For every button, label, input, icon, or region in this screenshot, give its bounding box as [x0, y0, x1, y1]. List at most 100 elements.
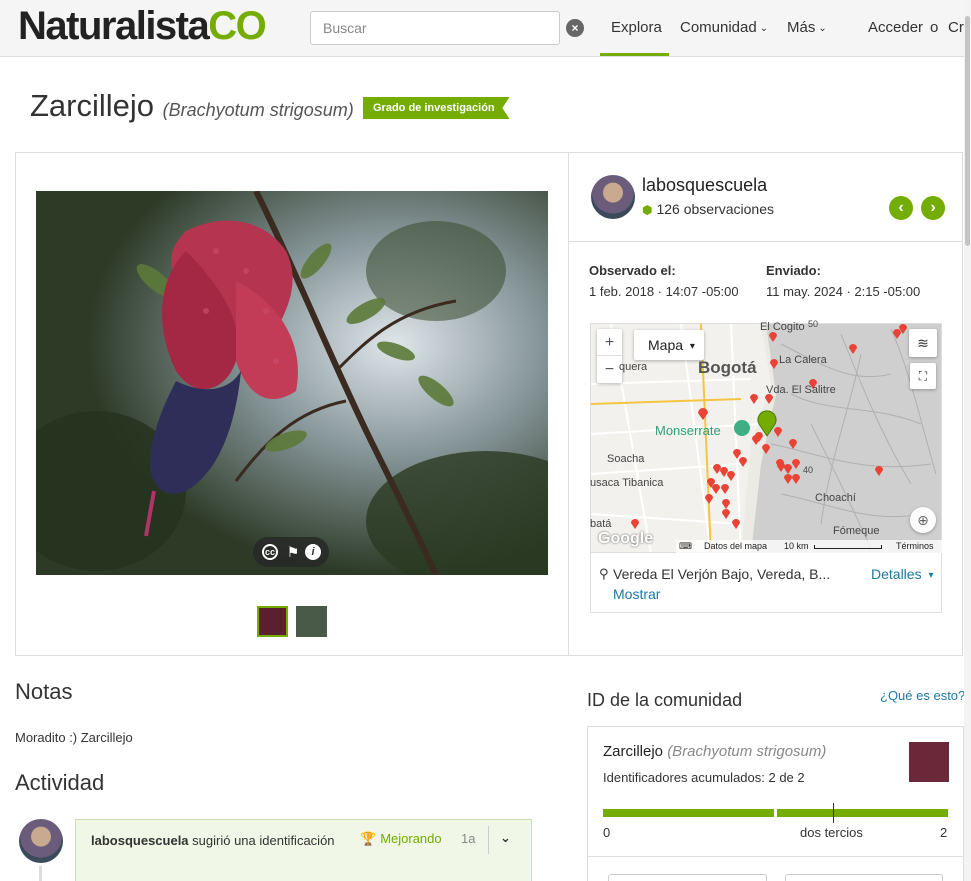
info-divider — [569, 241, 962, 242]
common-name: Zarcillejo — [30, 88, 155, 123]
map-scale-bar — [814, 545, 882, 549]
map-scale-label: 10 km — [784, 541, 809, 551]
photo-controls: cc ⚑ i — [253, 537, 329, 567]
community-id-divider — [588, 856, 963, 857]
map-label-bate: batá — [590, 518, 612, 530]
two-thirds-marker — [833, 803, 834, 823]
observed-label: Observado el: — [589, 263, 676, 278]
nav-comunidad[interactable]: Comunidad ⌄ — [680, 19, 768, 36]
notes-heading: Notas — [15, 679, 73, 704]
search-input[interactable] — [310, 11, 560, 45]
details-label: Detalles — [871, 566, 922, 582]
nav-active-indicator — [600, 53, 669, 56]
user-name[interactable]: labosquescuela — [642, 175, 767, 196]
chevron-down-icon: ⌄ — [759, 23, 769, 34]
map-label-tibanica: usaca Tibanica — [590, 477, 664, 489]
fullscreen-icon[interactable]: ⛶ — [910, 363, 936, 389]
chevron-down-icon: ⌄ — [818, 23, 827, 34]
community-accumulated: Identificadores acumulados: 2 de 2 — [603, 770, 805, 785]
nav-comunidad-label: Comunidad — [680, 19, 757, 36]
user-observation-count[interactable]: ⬢ 126 observaciones — [642, 201, 774, 217]
nav-crear[interactable]: Cr — [948, 19, 964, 36]
scrollbar-thumb[interactable] — [965, 16, 970, 246]
caret-down-icon: ▾ — [928, 570, 934, 581]
map-zoom-controls: + − — [597, 329, 622, 383]
previous-observation-button[interactable]: ‹ — [889, 196, 913, 220]
map-label-soacha: Soacha — [607, 453, 645, 465]
nav-or-text: o — [930, 19, 939, 36]
caret-down-icon: ▾ — [689, 341, 695, 352]
map-label-choachi: Choachí — [815, 492, 856, 504]
map-label-fomeque: Fómeque — [833, 525, 880, 537]
flag-icon[interactable]: ⚑ — [285, 544, 301, 560]
map-terms-link[interactable]: Términos — [896, 540, 934, 553]
next-observation-button[interactable]: › — [921, 196, 945, 220]
logo-main-text: Naturalista — [18, 4, 210, 48]
creative-commons-icon[interactable]: cc — [262, 544, 278, 560]
submitted-date: 11 may. 2024 · 2:15 -05:00 — [766, 284, 921, 299]
agreement-bar-min: 0 — [603, 825, 611, 840]
nav-explora[interactable]: Explora — [611, 19, 662, 36]
keyboard-icon[interactable]: ⌨ — [679, 540, 692, 553]
community-id-button-1[interactable] — [608, 874, 767, 881]
nav-acceder[interactable]: Acceder — [868, 19, 923, 36]
google-logo: Google — [598, 530, 654, 547]
map-label-cogito: El Cogito — [760, 321, 805, 333]
map-label-monserrate: Monserrate — [655, 423, 721, 438]
binoculars-icon: ⬢ — [642, 203, 653, 217]
activity-user-avatar[interactable] — [19, 819, 63, 863]
logo-accent-text: CO — [208, 4, 267, 48]
map-label-bogota: Bogotá — [698, 358, 757, 377]
show-location-link[interactable]: Mostrar — [613, 586, 660, 602]
scientific-name[interactable]: (Brachyotum strigosum) — [163, 100, 354, 120]
photo-thumbnail-2[interactable] — [296, 606, 327, 637]
user-avatar[interactable] — [591, 175, 635, 219]
observed-date: 1 feb. 2018 · 14:07 -05:00 — [589, 284, 739, 299]
zoom-in-button[interactable]: + — [597, 329, 622, 356]
activity-menu-chevron-icon[interactable]: ⌄ — [500, 830, 511, 846]
nav-mas[interactable]: Más ⌄ — [787, 19, 827, 36]
activity-text: labosquescuela sugirió una identificació… — [91, 831, 341, 851]
nav-mas-label: Más — [787, 19, 816, 36]
submitted-label: Enviado: — [766, 263, 821, 278]
activity-timeline-line — [39, 866, 42, 881]
notes-text: Moradito :) Zarcillejo — [15, 730, 133, 745]
observation-count-label: 126 observaciones — [656, 201, 775, 217]
map-label-calera: La Calera — [779, 354, 827, 366]
flower-image-icon — [36, 191, 548, 575]
observation-photo[interactable] — [36, 191, 548, 575]
agreement-bar — [603, 803, 948, 823]
map-data-link[interactable]: Datos del mapa — [704, 540, 767, 553]
agreement-bar-segment-2 — [777, 809, 948, 817]
activity-heading: Actividad — [15, 770, 105, 795]
community-taxon-scientific: (Brachyotum strigosum) — [667, 743, 827, 760]
photo-thumbnail-1[interactable] — [257, 606, 288, 637]
map-footer: ⌨ Datos del mapa 10 km Términos — [676, 540, 942, 553]
agreement-bar-mid-label: dos tercios — [800, 825, 863, 840]
map-pin-icon: ⚲ — [599, 566, 609, 581]
community-id-help-link[interactable]: ¿Qué es esto? — [880, 688, 965, 703]
map-road-50: 50 — [808, 319, 819, 329]
activity-user-link[interactable]: labosquescuela — [91, 833, 189, 848]
community-taxon[interactable]: Zarcillejo (Brachyotum strigosum) — [603, 743, 826, 760]
location-row — [590, 553, 942, 613]
page-title: Zarcillejo (Brachyotum strigosum) — [30, 88, 354, 124]
clear-search-icon[interactable]: × — [566, 19, 584, 37]
map-type-select[interactable]: Mapa ▾ — [634, 330, 704, 360]
agreement-bar-max: 2 — [940, 825, 948, 840]
quality-grade-badge: Grado de investigación — [363, 97, 510, 119]
map-road-40: 40 — [803, 465, 814, 475]
trophy-icon: 🏆 — [360, 831, 377, 846]
map-type-label: Mapa — [648, 337, 684, 353]
map-label-quera: quera — [619, 361, 648, 373]
location-details-dropdown[interactable]: Detalles ▾ — [871, 566, 934, 582]
my-location-icon[interactable]: ⊕ — [910, 507, 936, 533]
layers-icon[interactable]: ≋ — [909, 329, 937, 357]
community-id-heading: ID de la comunidad — [587, 690, 743, 710]
community-id-button-2[interactable] — [785, 874, 943, 881]
community-taxon-thumbnail[interactable] — [909, 742, 949, 782]
info-icon[interactable]: i — [305, 544, 321, 560]
site-logo[interactable]: NaturalistaCO — [18, 4, 267, 49]
activity-status: 🏆 Mejorando — [360, 831, 442, 847]
activity-action: sugirió una identificación — [188, 833, 335, 848]
